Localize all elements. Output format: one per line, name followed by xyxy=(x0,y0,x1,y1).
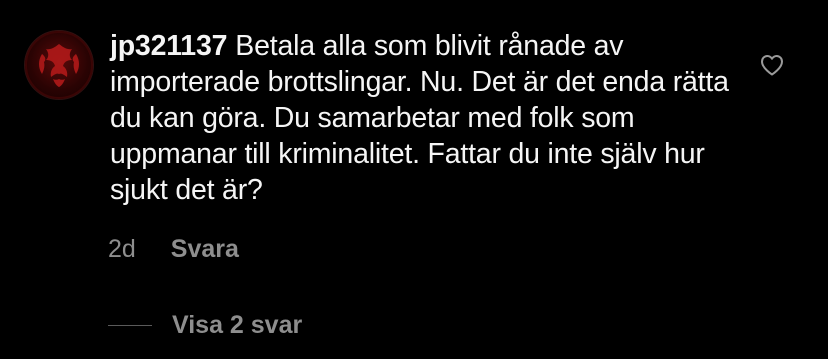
view-replies-button[interactable]: Visa 2 svar xyxy=(172,310,302,340)
comment-meta: 2d Svara xyxy=(108,234,239,264)
comment-timestamp: 2d xyxy=(108,235,136,263)
dragon-crest-icon xyxy=(25,31,93,99)
avatar[interactable] xyxy=(24,30,94,100)
comment-body: jp321137 Betala alla som blivit rånade av… xyxy=(110,28,730,208)
heart-icon[interactable] xyxy=(760,54,784,76)
comment: jp321137 Betala alla som blivit rånade av… xyxy=(0,0,828,359)
comment-username[interactable]: jp321137 xyxy=(110,30,227,62)
replies-divider xyxy=(108,325,152,326)
reply-button[interactable]: Svara xyxy=(171,235,239,263)
